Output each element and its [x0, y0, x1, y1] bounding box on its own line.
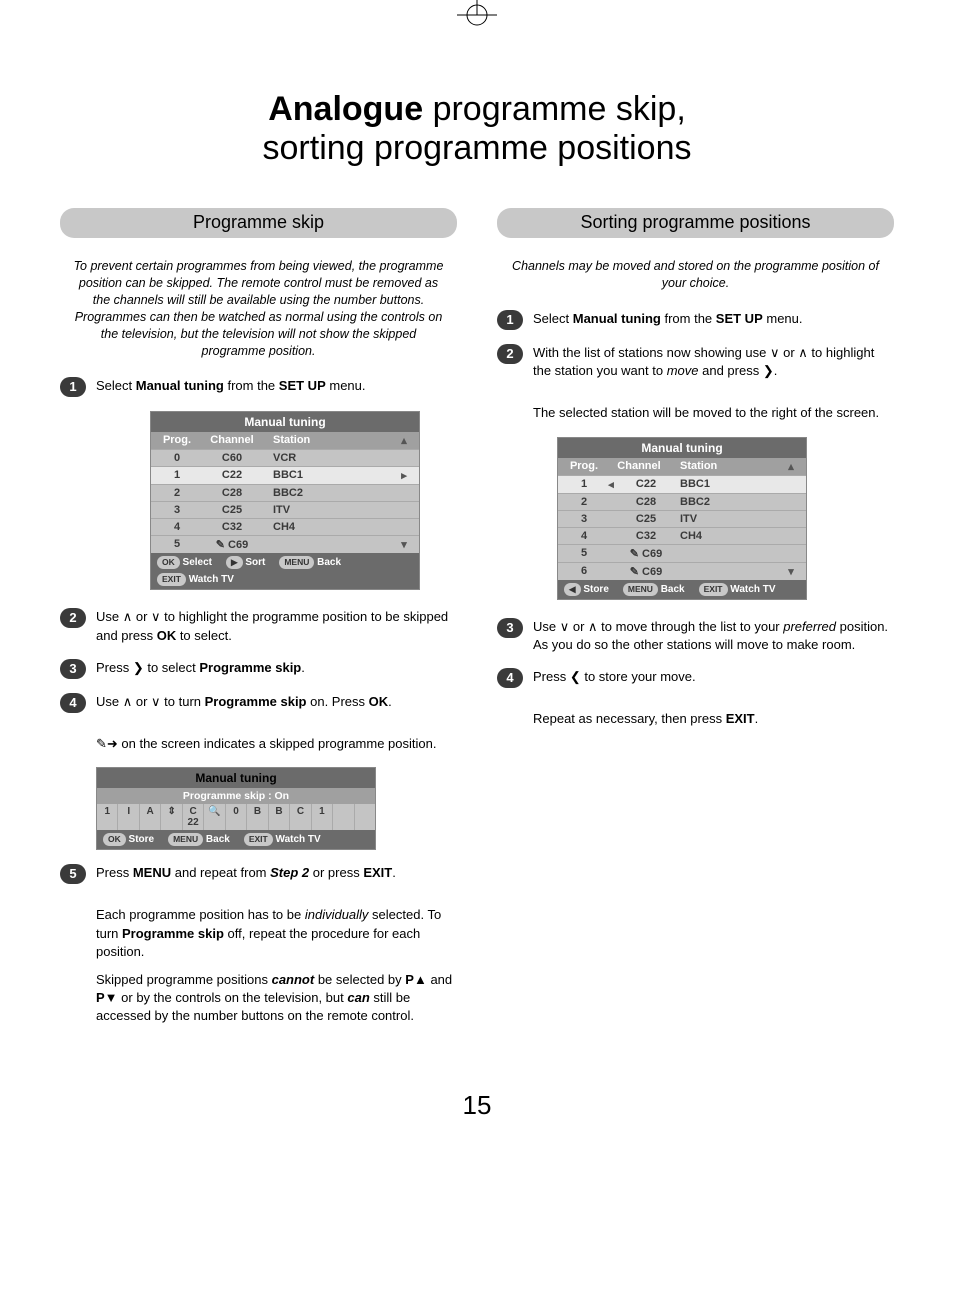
skip-step-2: Use ∧ or ∨ to highlight the programme po… [96, 608, 457, 644]
table-row: 6✎ C69▾ [558, 562, 806, 580]
rmenu-header: Prog. Channel Station ▴ [558, 458, 806, 475]
menu-manual-tuning-sort: Manual tuning Prog. Channel Station ▴ 1◂… [557, 437, 807, 600]
sort-step-1: Select Manual tuning from the SET UP men… [533, 310, 894, 328]
step-badge-5: 5 [60, 864, 86, 884]
scroll-up-icon: ▴ [395, 434, 413, 447]
skip-step-5-extra: Each programme position has to be indivi… [96, 906, 457, 1025]
cell: I [118, 804, 139, 830]
skip-step-5: Press MENU and repeat from Step 2 or pre… [96, 864, 457, 892]
rmenu-title: Manual tuning [558, 438, 806, 458]
table-row: 5✎ C69▾ [151, 535, 419, 553]
cell: 1 [312, 804, 333, 830]
title-line2: sorting programme positions [263, 129, 692, 167]
cell: C [290, 804, 311, 830]
cell: B [269, 804, 290, 830]
cell: C 22 [183, 804, 204, 830]
menu2-footer: OK StoreMENU BackEXIT Watch TV [97, 830, 375, 849]
sort-intro: Channels may be moved and stored on the … [507, 258, 884, 292]
step-badge-1: 1 [60, 377, 86, 397]
sort-step-3: Use ∨ or ∧ to move through the list to y… [533, 618, 894, 654]
left-column: Programme skip To prevent certain progra… [60, 208, 457, 1039]
sort-step-4: Press ❮ to store your move. [533, 668, 894, 696]
sort-step-badge-3: 3 [497, 618, 523, 638]
skip-step-3: Press ❯ to select Programme skip. [96, 659, 457, 677]
step-badge-4: 4 [60, 693, 86, 713]
table-row: 2C28BBC2 [151, 484, 419, 501]
table-row: 4C32CH4 [151, 518, 419, 535]
menu1-head-prog: Prog. [157, 434, 197, 447]
table-row: 3C25ITV [558, 510, 806, 527]
sort-step-4-main: Press ❮ to store your move. [533, 668, 894, 686]
cell: ⇕ [161, 804, 182, 830]
menu1-head-chan: Channel [197, 434, 267, 447]
right-column: Sorting programme positions Channels may… [497, 208, 894, 1039]
table-row: 1◂C22BBC1 [558, 475, 806, 493]
rmenu-head-prog: Prog. [564, 460, 604, 473]
cell [333, 804, 354, 830]
menu-programme-skip: Manual tuning Programme skip : On 1IA⇕C … [96, 767, 376, 850]
skip-step-5c: Skipped programme positions cannot be se… [96, 971, 457, 1026]
skip-step-4b-text: ✎➜ on the screen indicates a skipped pro… [96, 735, 457, 753]
table-row: 3C25ITV [151, 501, 419, 518]
menu1-footer: OK Select▶ SortMENU BackEXIT Watch TV [151, 553, 419, 589]
menu2-cells: 1IA⇕C 22🔍0BBC1 [97, 804, 375, 830]
title-bold: Analogue [268, 90, 423, 128]
menu1-header-row: Prog. Channel Station ▴ [151, 432, 419, 449]
sort-step-badge-4: 4 [497, 668, 523, 688]
table-row: 1C22BBC1▸ [151, 466, 419, 484]
skip-step-4: Use ∧ or ∨ to turn Programme skip on. Pr… [96, 693, 457, 721]
sort-step-4b: Repeat as necessary, then press EXIT. [533, 710, 894, 728]
sort-step-2-main: With the list of stations now showing us… [533, 344, 894, 380]
table-row: 4C32CH4 [558, 527, 806, 544]
cell: 0 [226, 804, 247, 830]
step-badge-3: 3 [60, 659, 86, 679]
cell: A [140, 804, 161, 830]
rmenu-scroll-up-icon: ▴ [782, 460, 800, 473]
title-rest1: programme skip, [423, 90, 686, 128]
section-header-skip: Programme skip [60, 208, 457, 238]
skip-step-5-main: Press MENU and repeat from Step 2 or pre… [96, 864, 457, 882]
cell: B [247, 804, 268, 830]
menu2-title: Manual tuning [97, 768, 375, 788]
cell: 1 [97, 804, 118, 830]
menu2-subtitle: Programme skip : On [97, 788, 375, 804]
skip-step-4b: ✎➜ on the screen indicates a skipped pro… [96, 735, 457, 753]
cell: 🔍 [204, 804, 225, 830]
table-row: 2C28BBC2 [558, 493, 806, 510]
menu1-title: Manual tuning [151, 412, 419, 432]
sort-step-2b: The selected station will be moved to th… [533, 404, 894, 422]
table-row: 0C60VCR [151, 449, 419, 466]
skip-step-4-main: Use ∧ or ∨ to turn Programme skip on. Pr… [96, 693, 457, 711]
page-title: Analogue programme skip, sorting program… [60, 90, 894, 168]
sort-step-2: With the list of stations now showing us… [533, 344, 894, 390]
sort-step-badge-2: 2 [497, 344, 523, 364]
step-badge-2: 2 [60, 608, 86, 628]
skip-step-5b: Each programme position has to be indivi… [96, 906, 457, 961]
section-header-sort: Sorting programme positions [497, 208, 894, 238]
skip-step-1: Select Manual tuning from the SET UP men… [96, 377, 457, 395]
sort-step-4b-text: Repeat as necessary, then press EXIT. [533, 710, 894, 728]
menu1-rows: 0C60VCR1C22BBC1▸2C28BBC23C25ITV4C32CH45✎… [151, 449, 419, 553]
registration-mark [447, 0, 507, 30]
rmenu-head-chan: Channel [604, 460, 674, 473]
rmenu-footer: ◀ StoreMENU BackEXIT Watch TV [558, 580, 806, 599]
table-row: 5✎ C69 [558, 544, 806, 562]
page-number: 15 [60, 1090, 894, 1121]
skip-intro: To prevent certain programmes from being… [70, 258, 447, 359]
menu1-head-stat: Station [267, 434, 395, 447]
cell [355, 804, 375, 830]
rmenu-head-stat: Station [674, 460, 782, 473]
sort-step-2b-text: The selected station will be moved to th… [533, 404, 894, 422]
sort-step-badge-1: 1 [497, 310, 523, 330]
rmenu-rows: 1◂C22BBC12C28BBC23C25ITV4C32CH45✎ C696✎ … [558, 475, 806, 580]
menu-manual-tuning-1: Manual tuning Prog. Channel Station ▴ 0C… [150, 411, 420, 590]
